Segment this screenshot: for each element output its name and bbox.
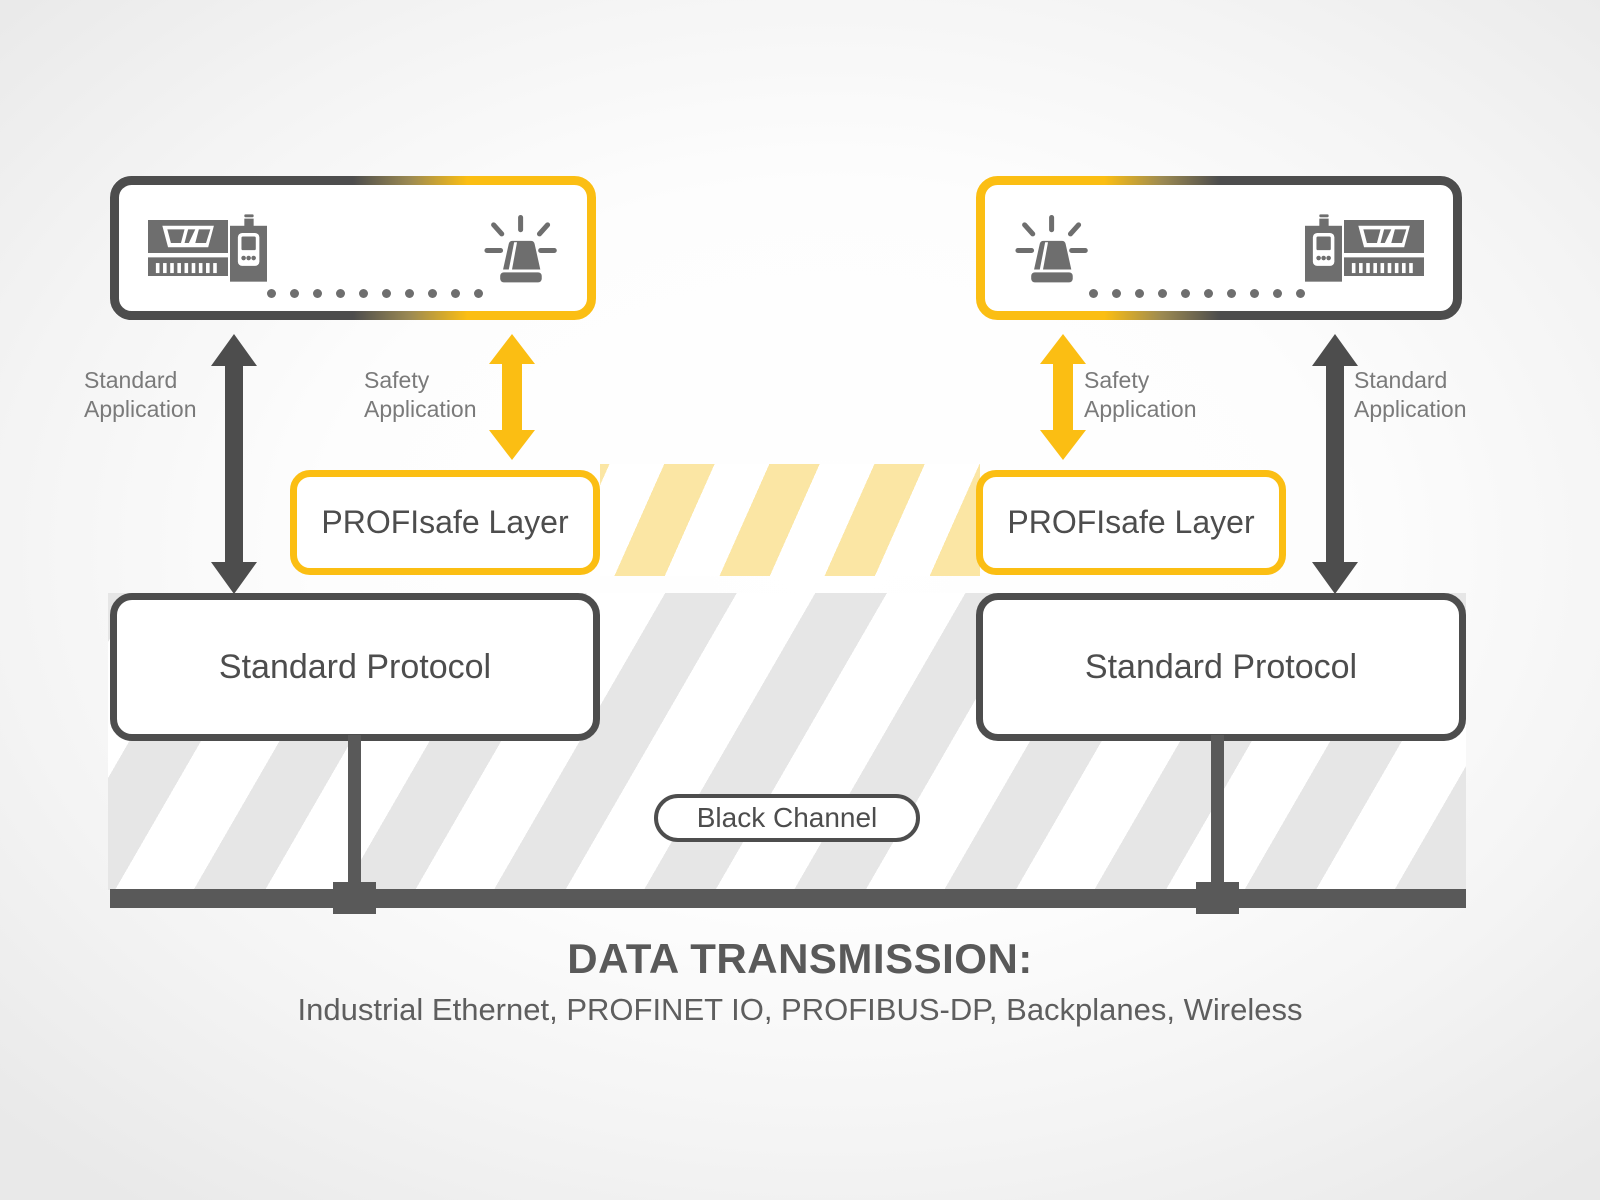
profisafe-layer-label-left: PROFIsafe Layer: [321, 504, 569, 540]
profisafe-layer-label-right: PROFIsafe Layer: [1007, 504, 1255, 540]
arrow-safety-application-right: [1040, 334, 1086, 460]
dotted-link-right: [1088, 289, 1305, 298]
standard-protocol-box-right[interactable]: Standard Protocol: [976, 593, 1466, 741]
label-line-1: Standard: [1354, 367, 1448, 393]
hmi-panel-icon: [1304, 214, 1342, 282]
profisafe-layer-box-right[interactable]: PROFIsafe Layer: [976, 470, 1286, 575]
profisafe-layer-box-left[interactable]: PROFIsafe Layer: [290, 470, 600, 575]
label-line-2: Application: [1084, 396, 1197, 423]
device-box-right[interactable]: [976, 176, 1462, 320]
arrow-standard-application-left: [211, 334, 257, 594]
safety-channel-hatch-band: [600, 464, 980, 576]
device-box-left[interactable]: [110, 176, 596, 320]
plc-controller-icon: [1343, 220, 1424, 276]
standard-protocol-label-left: Standard Protocol: [218, 647, 492, 686]
drop-line-left: [348, 735, 361, 895]
label-line-2: Application: [364, 396, 477, 423]
label-standard-application-left: Standard Application: [84, 366, 197, 425]
hmi-panel-icon: [230, 214, 268, 282]
arrow-safety-application-left: [489, 334, 535, 460]
transmission-bus-bar: [110, 889, 1466, 908]
label-line-2: Application: [84, 396, 197, 423]
black-channel-badge[interactable]: Black Channel: [654, 794, 920, 842]
label-line-1: Safety: [364, 367, 430, 393]
drop-line-right: [1211, 735, 1224, 895]
label-standard-application-right: Standard Application: [1354, 366, 1467, 425]
warning-beacon-icon: [484, 215, 558, 283]
caption-subtitle: Industrial Ethernet, PROFINET IO, PROFIB…: [297, 992, 1303, 1027]
plc-controller-icon: [148, 220, 229, 276]
standard-protocol-box-left[interactable]: Standard Protocol: [110, 593, 600, 741]
label-line-2: Application: [1354, 396, 1467, 423]
label-line-1: Safety: [1084, 367, 1150, 393]
label-safety-application-left: Safety Application: [364, 366, 477, 425]
dotted-link-left: [267, 289, 484, 298]
black-channel-label: Black Channel: [696, 802, 878, 833]
standard-protocol-label-right: Standard Protocol: [1084, 647, 1358, 686]
label-safety-application-right: Safety Application: [1084, 366, 1197, 425]
warning-beacon-icon: [1015, 215, 1088, 283]
diagram-canvas: Standard Application Safety Application …: [0, 0, 1600, 1200]
caption-title: DATA TRANSMISSION:: [567, 935, 1033, 982]
label-line-1: Standard: [84, 367, 178, 393]
